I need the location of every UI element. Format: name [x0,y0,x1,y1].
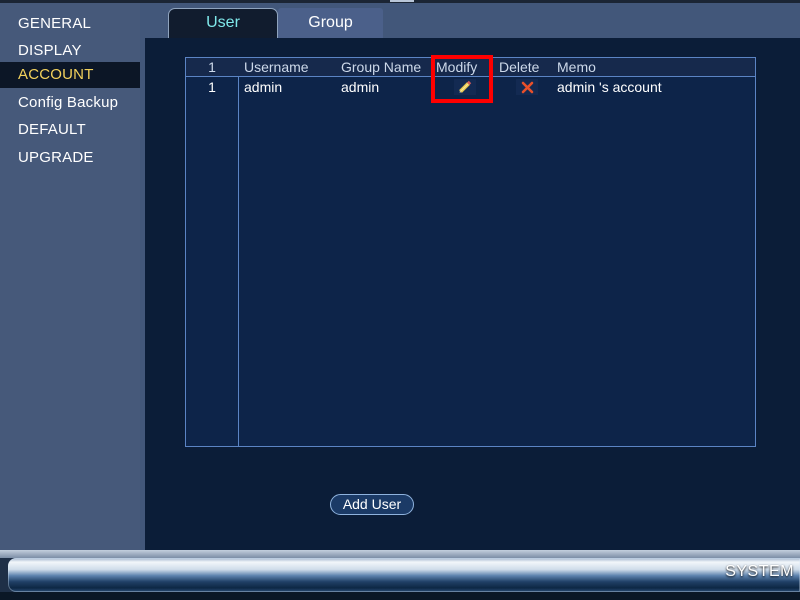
column-header-memo: Memo [557,59,596,75]
taskbar-gloss [8,558,800,592]
taskbar-bottom-edge [0,592,800,600]
column-header-delete: Delete [499,59,540,75]
sidebar-item-label: Config Backup [18,94,119,111]
modify-button[interactable] [454,79,476,95]
sidebar-item-upgrade[interactable]: UPGRADE [0,145,140,171]
sidebar-item-label: DEFAULT [18,121,86,138]
sidebar-item-config-backup[interactable]: Config Backup [0,90,140,116]
cell-memo: admin 's account [557,79,662,95]
table-row[interactable]: 1 admin admin admin 's account [186,78,755,98]
sidebar-item-default[interactable]: DEFAULT [0,117,140,143]
tab-group[interactable]: Group [278,8,383,38]
taskbar: SYSTEM [0,550,800,600]
tab-label: User [206,14,240,31]
delete-button[interactable] [516,79,538,95]
tab-user[interactable]: User [168,8,278,38]
user-table: 1 Username Group Name Modify Delete Memo… [185,57,756,447]
column-header-group-name: Group Name [341,59,422,75]
column-header-username: Username [244,59,309,75]
sidebar-item-label: ACCOUNT [18,66,94,83]
delete-x-icon [521,81,533,93]
sidebar-item-label: GENERAL [18,15,92,32]
screen-top-edge-highlight [390,0,414,2]
sidebar-item-display[interactable]: DISPLAY [0,38,140,64]
cell-username: admin [244,79,283,95]
sidebar-item-general[interactable]: GENERAL [0,11,140,37]
tab-label: Group [308,14,353,31]
dvr-system-screen: GENERAL DISPLAY ACCOUNT Config Backup DE… [0,0,800,600]
sidebar-item-label: DISPLAY [18,42,82,59]
sidebar-item-account[interactable]: ACCOUNT [0,62,140,88]
column-header-modify: Modify [436,59,478,75]
add-user-button[interactable]: Add User [330,494,414,515]
column-header-index: 1 [208,59,216,75]
cell-group-name: admin [341,79,380,95]
settings-sidebar: GENERAL DISPLAY ACCOUNT Config Backup DE… [0,3,140,550]
system-menu-button[interactable]: SYSTEM [725,563,794,581]
cell-index: 1 [208,79,216,95]
account-panel: 1 Username Group Name Modify Delete Memo… [145,38,800,550]
pencil-icon [459,80,472,93]
sidebar-item-label: UPGRADE [18,149,94,166]
tab-strip: User Group [140,3,800,38]
table-column-divider [238,58,239,446]
table-header-row: 1 Username Group Name Modify Delete Memo [186,58,755,77]
add-user-label: Add User [342,496,402,512]
taskbar-top-shadow [0,550,800,558]
